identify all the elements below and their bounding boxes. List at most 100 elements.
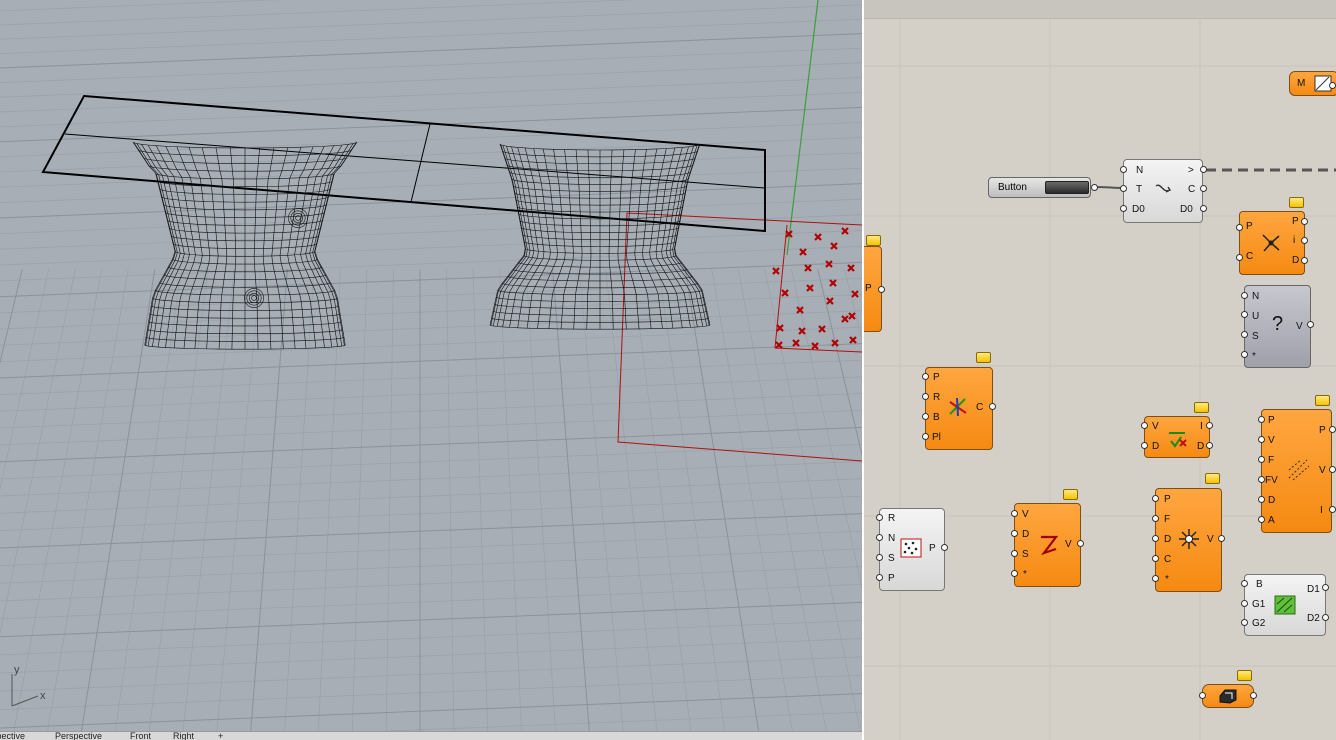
param-grip[interactable] bbox=[1322, 584, 1329, 591]
param-grip[interactable] bbox=[1258, 496, 1265, 503]
param-grip[interactable] bbox=[1077, 540, 1084, 547]
param-grip[interactable] bbox=[922, 433, 929, 440]
param-grip[interactable] bbox=[1152, 495, 1159, 502]
param-grip[interactable] bbox=[1241, 351, 1248, 358]
param-grip[interactable] bbox=[1152, 555, 1159, 562]
input-r: R bbox=[888, 513, 896, 524]
grasshopper-canvas[interactable]: M Button N T D0 > C D0 P P C P i D N U S… bbox=[864, 0, 1336, 740]
param-grip[interactable] bbox=[876, 534, 883, 541]
output-v: V bbox=[1319, 465, 1326, 476]
circle-icon bbox=[949, 397, 967, 417]
param-grip[interactable] bbox=[1258, 436, 1265, 443]
point-marker bbox=[792, 339, 800, 347]
input-n: N bbox=[1252, 291, 1260, 302]
field-display-component[interactable]: P V F FV D A P V I bbox=[1261, 409, 1332, 533]
tab-right[interactable]: Right bbox=[173, 732, 194, 740]
param-grip[interactable] bbox=[1258, 456, 1265, 463]
param-grip[interactable] bbox=[1200, 166, 1207, 173]
data-dam-component[interactable]: N T D0 > C D0 bbox=[1123, 159, 1203, 223]
output-v: V bbox=[1296, 321, 1303, 332]
param-grip[interactable] bbox=[1120, 166, 1127, 173]
param-grip[interactable] bbox=[1307, 321, 1314, 328]
param-grip[interactable] bbox=[1200, 205, 1207, 212]
param-grip[interactable] bbox=[1241, 311, 1248, 318]
input-fv: FV bbox=[1265, 475, 1278, 486]
point-marker bbox=[841, 315, 849, 323]
param-grip[interactable] bbox=[1301, 237, 1308, 244]
param-grip[interactable] bbox=[1241, 292, 1248, 299]
input-v: V bbox=[1022, 509, 1029, 520]
param-grip[interactable] bbox=[1120, 205, 1127, 212]
param-grip[interactable] bbox=[1329, 506, 1336, 513]
param-grip[interactable] bbox=[1141, 442, 1148, 449]
param-grip[interactable] bbox=[941, 544, 948, 551]
param-grip[interactable] bbox=[989, 403, 996, 410]
input-star: * bbox=[1165, 574, 1169, 585]
param-grip[interactable] bbox=[1152, 535, 1159, 542]
param-grip[interactable] bbox=[1011, 570, 1018, 577]
tab-perspective-1[interactable]: Perspective bbox=[0, 732, 25, 740]
param-grip[interactable] bbox=[1241, 580, 1248, 587]
closest-point-component[interactable]: P C P i D bbox=[1239, 211, 1305, 275]
param-grip[interactable] bbox=[1236, 254, 1243, 261]
button-component[interactable]: Button bbox=[988, 177, 1091, 198]
param-grip[interactable] bbox=[1258, 476, 1265, 483]
tab-front[interactable]: Front bbox=[130, 732, 151, 740]
param-grip[interactable] bbox=[876, 574, 883, 581]
param-grip[interactable] bbox=[1241, 619, 1248, 626]
param-grip[interactable] bbox=[1199, 692, 1206, 699]
param-grip[interactable] bbox=[876, 514, 883, 521]
param-grip[interactable] bbox=[1141, 422, 1148, 429]
viewport-scene: y x bbox=[0, 0, 862, 740]
tab-add[interactable]: + bbox=[218, 732, 223, 740]
param-grip[interactable] bbox=[1218, 535, 1225, 542]
output-v: V bbox=[1207, 534, 1214, 545]
point-charge-component[interactable]: P F D C * V bbox=[1155, 488, 1222, 592]
param-grip[interactable] bbox=[1258, 516, 1265, 523]
param-grip[interactable] bbox=[1301, 218, 1308, 225]
param-grip[interactable] bbox=[1120, 185, 1127, 192]
param-grip[interactable] bbox=[1241, 331, 1248, 338]
param-grip[interactable] bbox=[922, 413, 929, 420]
rhino-viewport[interactable]: y x Perspective Perspective Front Right … bbox=[0, 0, 862, 740]
button-trigger[interactable] bbox=[1045, 181, 1089, 194]
point-charge-icon bbox=[1179, 529, 1199, 549]
input-f: F bbox=[1268, 455, 1275, 466]
param-grip[interactable] bbox=[1011, 530, 1018, 537]
vector-field-component[interactable]: V D S * V bbox=[1014, 503, 1081, 587]
button-output-grip[interactable] bbox=[1091, 184, 1098, 191]
param-grip[interactable] bbox=[922, 373, 929, 380]
param-grip[interactable] bbox=[1258, 416, 1265, 423]
blend-component[interactable]: B G1 G2 D1 D2 bbox=[1244, 574, 1326, 636]
input-f: F bbox=[1164, 514, 1171, 525]
vector-display-component[interactable]: V D I D bbox=[1144, 416, 1210, 458]
param-grip[interactable] bbox=[1011, 550, 1018, 557]
param-grip[interactable] bbox=[1329, 426, 1336, 433]
param-grip[interactable] bbox=[878, 286, 885, 293]
populate-component[interactable]: R N S P P bbox=[879, 508, 945, 591]
param-grip[interactable] bbox=[1152, 515, 1159, 522]
param-grip[interactable] bbox=[1206, 422, 1213, 429]
param-grip[interactable] bbox=[1241, 600, 1248, 607]
tab-perspective-2[interactable]: Perspective bbox=[55, 732, 102, 740]
param-grip[interactable] bbox=[876, 554, 883, 561]
brep-param-component[interactable] bbox=[1202, 684, 1254, 708]
param-grip[interactable] bbox=[1236, 224, 1243, 231]
param-grip[interactable] bbox=[1206, 442, 1213, 449]
circle-component[interactable]: P R B Pl C bbox=[925, 367, 993, 450]
input-d: D bbox=[1152, 441, 1160, 452]
output-p: P bbox=[865, 283, 872, 294]
param-grip[interactable] bbox=[1301, 257, 1308, 264]
param-grip[interactable] bbox=[1329, 466, 1336, 473]
vector-display-icon bbox=[1169, 432, 1187, 448]
param-grip[interactable] bbox=[1250, 692, 1257, 699]
param-grip[interactable] bbox=[1322, 614, 1329, 621]
input-star: * bbox=[1023, 569, 1027, 580]
param-grip[interactable] bbox=[1200, 185, 1207, 192]
point-marker bbox=[804, 264, 812, 272]
param-grip[interactable] bbox=[1329, 82, 1336, 89]
param-grip[interactable] bbox=[1152, 575, 1159, 582]
query-component[interactable]: N U S * V ? bbox=[1244, 285, 1311, 368]
param-grip[interactable] bbox=[922, 393, 929, 400]
param-grip[interactable] bbox=[1011, 510, 1018, 517]
